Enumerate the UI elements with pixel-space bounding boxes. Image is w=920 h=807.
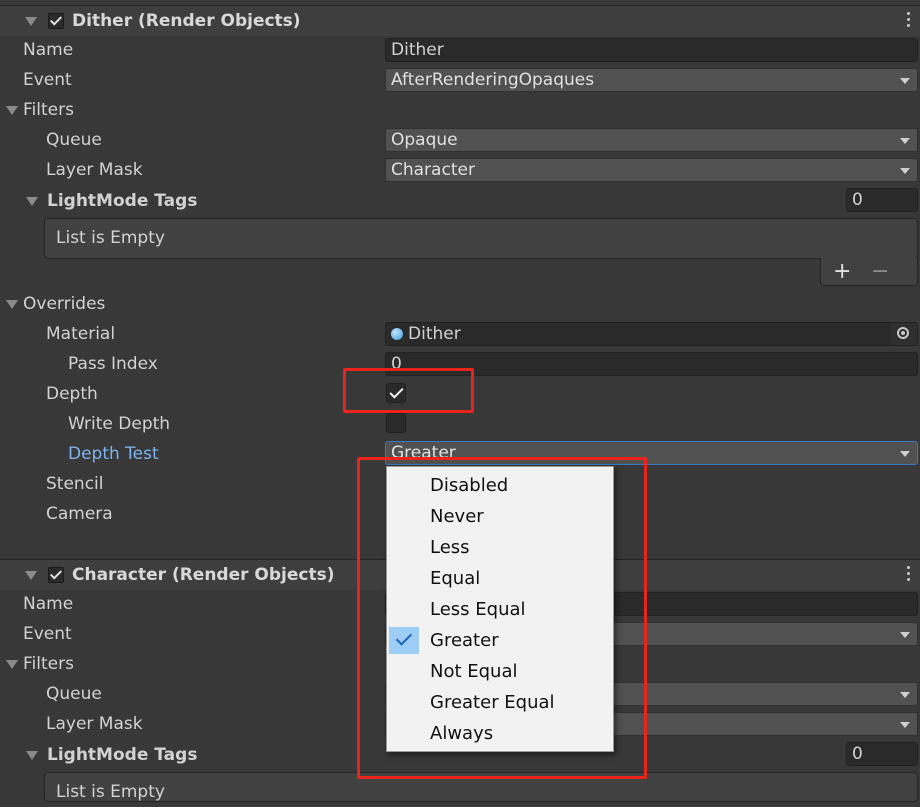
add-icon[interactable]: + xyxy=(833,257,851,287)
foldout-arrow-icon[interactable] xyxy=(25,571,37,580)
object-picker-icon[interactable] xyxy=(891,323,917,345)
event-dropdown[interactable]: AfterRenderingOpaques xyxy=(385,68,918,92)
depth-test-label: Depth Test xyxy=(68,444,159,464)
camera-label[interactable]: Camera xyxy=(46,499,113,529)
queue-dropdown[interactable]: Opaque xyxy=(385,128,918,152)
material-label: Material xyxy=(46,324,116,344)
lightmode-foldout-icon[interactable] xyxy=(26,751,38,760)
layer-mask-label: Layer Mask xyxy=(46,160,143,180)
filters-label[interactable]: Filters xyxy=(23,95,74,125)
chevron-down-icon xyxy=(900,722,910,728)
chevron-down-icon xyxy=(900,138,910,144)
name-label: Name xyxy=(23,594,74,614)
layer-mask-dropdown[interactable]: Character xyxy=(385,158,918,182)
list-add-remove: + − xyxy=(820,258,918,286)
overrides-foldout-icon[interactable] xyxy=(6,300,18,309)
component-title: Character (Render Objects) xyxy=(72,565,335,585)
name-input[interactable]: Dither xyxy=(385,38,918,62)
more-options-icon[interactable] xyxy=(907,566,911,584)
chevron-down-icon xyxy=(900,78,910,84)
event-label: Event xyxy=(23,624,72,644)
foldout-arrow-icon[interactable] xyxy=(25,17,37,26)
lightmode-list: List is Empty xyxy=(44,218,918,259)
overrides-label[interactable]: Overrides xyxy=(23,289,105,319)
event-label: Event xyxy=(23,70,72,90)
component-title: Dither (Render Objects) xyxy=(72,11,301,31)
component-header-dither[interactable]: Dither (Render Objects) xyxy=(0,5,920,36)
lightmode-count-input[interactable]: 0 xyxy=(846,742,918,766)
chevron-down-icon xyxy=(900,451,910,457)
material-object-field[interactable]: Dither xyxy=(385,322,918,346)
queue-dropdown-value: Opaque xyxy=(391,130,458,150)
queue-label: Queue xyxy=(46,130,102,150)
chevron-down-icon xyxy=(900,168,910,174)
pass-index-label: Pass Index xyxy=(68,354,158,374)
list-empty-text: List is Empty xyxy=(56,228,165,248)
event-dropdown-value: AfterRenderingOpaques xyxy=(391,70,595,90)
queue-label: Queue xyxy=(46,684,102,704)
lightmode-tags-label[interactable]: LightMode Tags xyxy=(47,186,197,216)
name-label: Name xyxy=(23,40,74,60)
write-depth-checkbox[interactable] xyxy=(386,413,406,433)
lightmode-tags-label[interactable]: LightMode Tags xyxy=(47,740,197,770)
annotation-highlight-depth xyxy=(343,368,474,413)
material-value: Dither xyxy=(408,324,461,344)
more-options-icon[interactable] xyxy=(907,12,911,30)
chevron-down-icon xyxy=(900,692,910,698)
lightmode-count-input[interactable]: 0 xyxy=(846,188,918,212)
filters-label[interactable]: Filters xyxy=(23,649,74,679)
stencil-label[interactable]: Stencil xyxy=(46,469,103,499)
material-icon xyxy=(391,328,403,340)
write-depth-label: Write Depth xyxy=(68,414,171,434)
depth-label: Depth xyxy=(46,384,98,404)
chevron-down-icon xyxy=(900,632,910,638)
filters-foldout-icon[interactable] xyxy=(6,660,18,669)
lightmode-foldout-icon[interactable] xyxy=(26,197,38,206)
component-enabled-checkbox[interactable] xyxy=(48,567,64,583)
list-empty-text: List is Empty xyxy=(56,782,165,802)
annotation-highlight-menu xyxy=(357,457,647,779)
filters-foldout-icon[interactable] xyxy=(6,106,18,115)
layer-mask-dropdown-value: Character xyxy=(391,160,475,180)
component-enabled-checkbox[interactable] xyxy=(48,13,64,29)
remove-icon[interactable]: − xyxy=(871,257,889,287)
layer-mask-label: Layer Mask xyxy=(46,714,143,734)
